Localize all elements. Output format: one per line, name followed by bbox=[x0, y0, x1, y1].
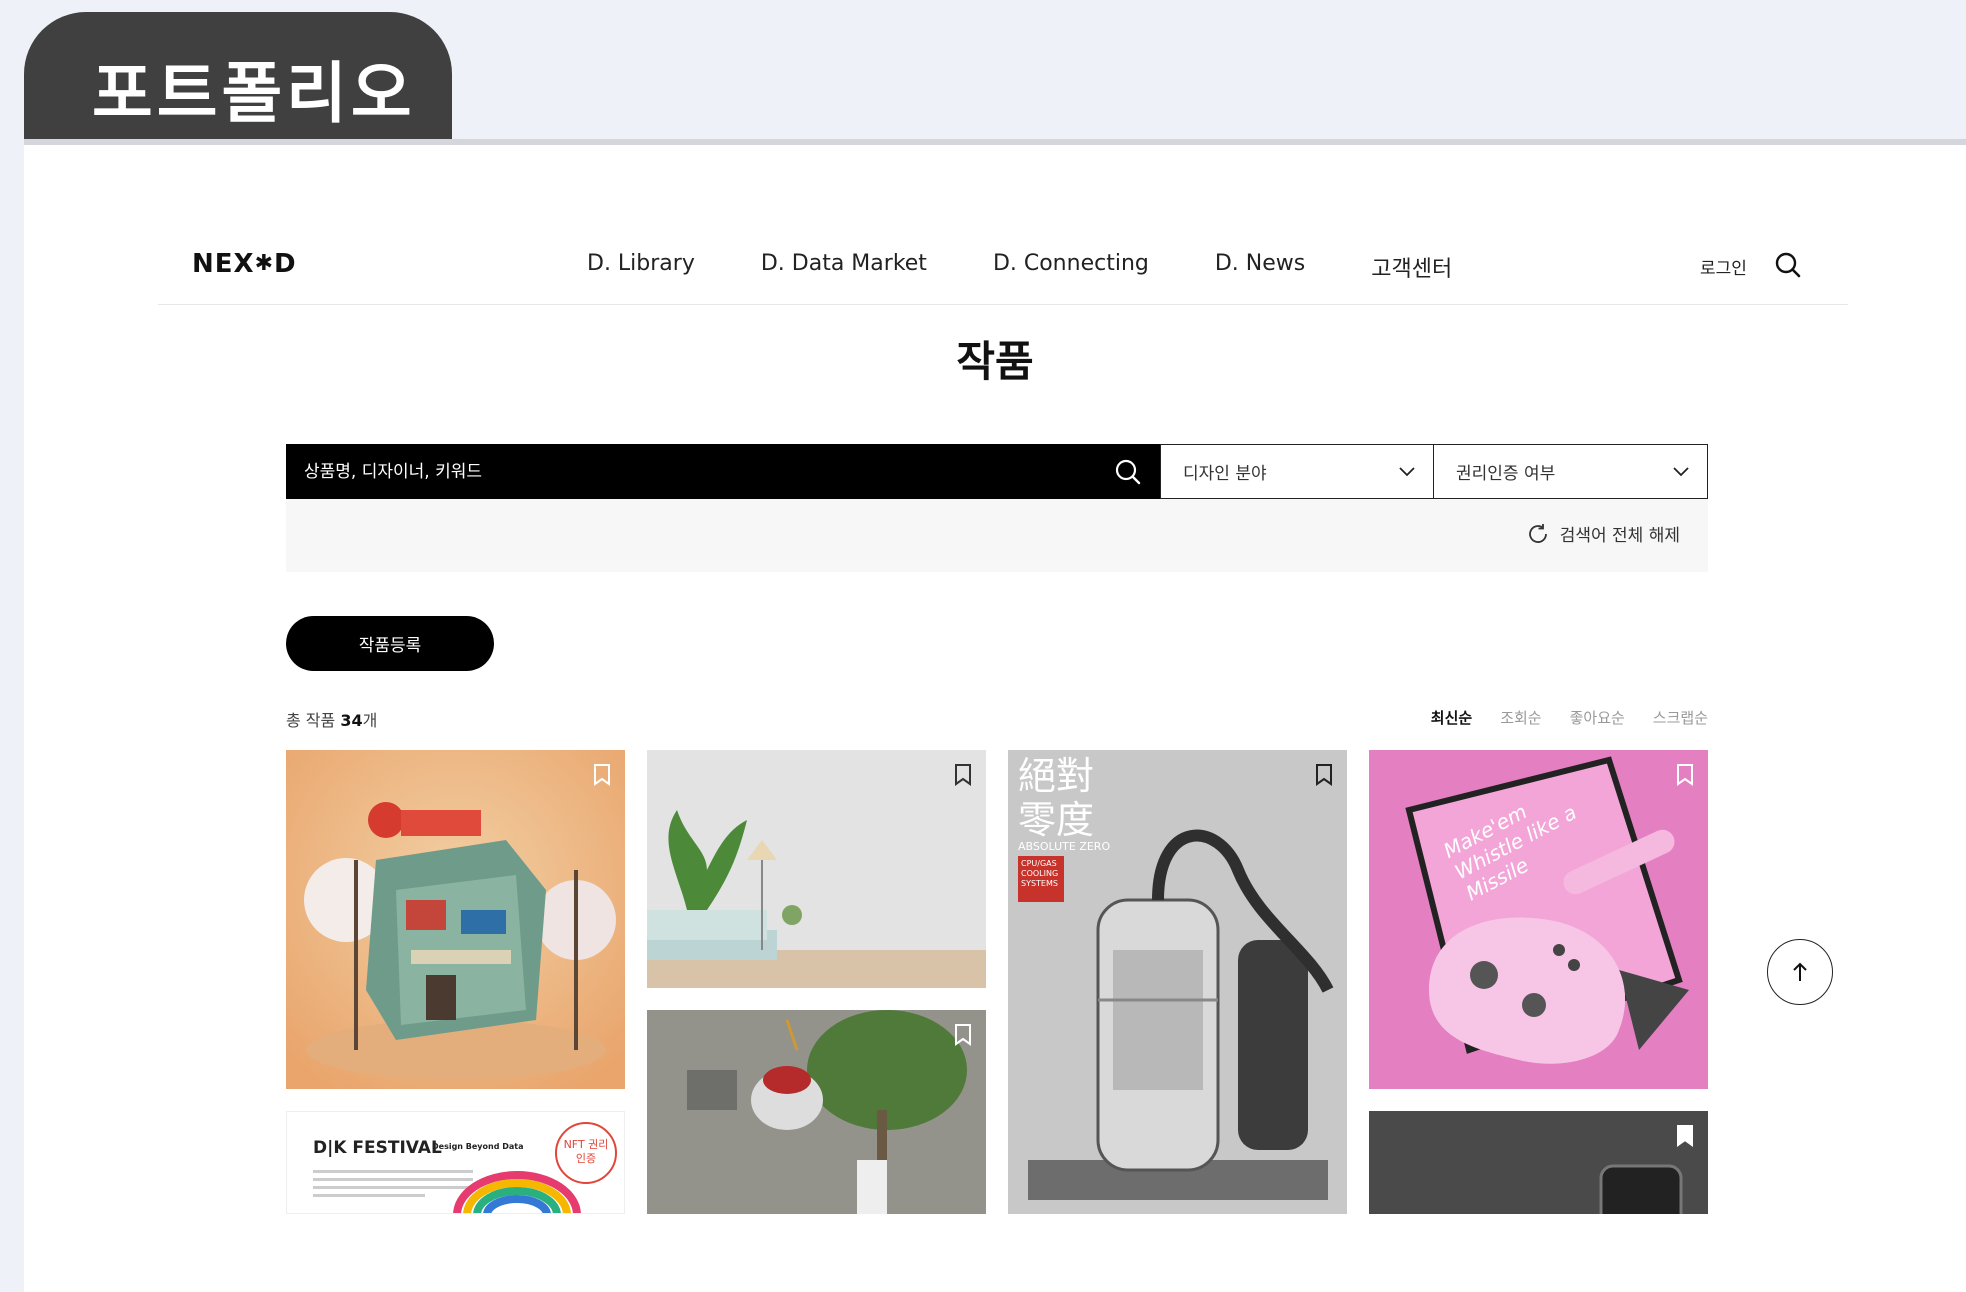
nexd-logo[interactable]: NEX✱D bbox=[192, 249, 297, 279]
login-link[interactable]: 로그인 bbox=[1700, 254, 1747, 279]
rainbow-graphic bbox=[453, 1171, 581, 1213]
search-icon[interactable] bbox=[1114, 458, 1142, 486]
sort-views[interactable]: 조회순 bbox=[1500, 707, 1541, 728]
nav-item-library[interactable]: D. Library bbox=[587, 251, 695, 283]
bookmark-icon[interactable] bbox=[1676, 764, 1694, 786]
web-page: NEX✱D D. Library D. Data Market D. Conne… bbox=[24, 145, 1966, 1292]
nav-item-connecting[interactable]: D. Connecting bbox=[993, 251, 1149, 283]
reset-label: 검색어 전체 해제 bbox=[1559, 526, 1680, 546]
chevron-down-icon bbox=[1399, 466, 1415, 476]
bookmark-icon[interactable] bbox=[954, 764, 972, 786]
poster-stamp: CPU/GAS COOLING SYSTEMS bbox=[1018, 856, 1064, 902]
bookmark-icon[interactable] bbox=[954, 1024, 972, 1046]
poster-text-line-1: 絕對 bbox=[1018, 754, 1095, 798]
device-image bbox=[1369, 1111, 1708, 1214]
arrow-up-icon bbox=[1793, 962, 1807, 981]
design-field-label: 디자인 분야 bbox=[1183, 464, 1267, 484]
card-living-room[interactable] bbox=[647, 750, 986, 988]
count-number: 34 bbox=[340, 711, 363, 730]
rights-cert-label: 권리인증 여부 bbox=[1456, 464, 1556, 484]
poster-subtitle: ABSOLUTE ZERO bbox=[1018, 840, 1111, 853]
nav-item-news[interactable]: D. News bbox=[1215, 251, 1305, 283]
chevron-down-icon bbox=[1673, 466, 1689, 476]
portfolio-tab: 포트폴리오 bbox=[24, 12, 452, 140]
scroll-top-button[interactable] bbox=[1767, 939, 1833, 1005]
refresh-icon bbox=[1528, 523, 1547, 543]
sort-scraps[interactable]: 스크랩순 bbox=[1653, 707, 1708, 728]
poster-text-line-2: 零度 bbox=[1018, 798, 1095, 842]
bookmark-icon[interactable] bbox=[1676, 1125, 1694, 1147]
count-prefix: 총 작품 bbox=[286, 711, 341, 730]
card-pink-controller[interactable]: Make'em Whistle like a Missile bbox=[1369, 750, 1708, 1089]
header-divider bbox=[158, 304, 1848, 305]
search-bar: 디자인 분야 권리인증 여부 bbox=[286, 444, 1708, 499]
card-absolute-zero[interactable]: 絕對 零度 ABSOLUTE ZERO CPU/GAS COOLING SYST… bbox=[1008, 750, 1347, 1214]
page-title: 작품 bbox=[956, 337, 1034, 386]
design-field-select[interactable]: 디자인 분야 bbox=[1160, 444, 1434, 499]
card-dark-device[interactable] bbox=[1369, 1111, 1708, 1214]
search-icon[interactable] bbox=[1774, 251, 1802, 279]
card-miniature-building[interactable] bbox=[286, 750, 625, 1089]
card-sculpture[interactable] bbox=[647, 1010, 986, 1214]
count-suffix: 개 bbox=[362, 711, 378, 730]
work-count: 총 작품 34개 bbox=[286, 707, 377, 731]
main-nav: D. Library D. Data Market D. Connecting … bbox=[587, 251, 1452, 283]
card-dk-festival[interactable]: D|K FESTIVAL Design Beyond Data NFT 권리 인… bbox=[286, 1111, 625, 1214]
filter-area: 검색어 전체 해제 bbox=[286, 499, 1708, 572]
sort-latest[interactable]: 최신순 bbox=[1431, 707, 1472, 728]
bookmark-icon[interactable] bbox=[593, 764, 611, 786]
sculpture-image bbox=[647, 1010, 986, 1214]
nav-item-customer-center[interactable]: 고객센터 bbox=[1371, 251, 1452, 283]
sort-options: 최신순 조회순 좋아요순 스크랩순 bbox=[1431, 707, 1708, 728]
rights-cert-select[interactable]: 권리인증 여부 bbox=[1434, 444, 1708, 499]
search-field bbox=[286, 444, 1160, 499]
bookmark-icon[interactable] bbox=[1315, 764, 1333, 786]
living-room-image bbox=[647, 750, 986, 988]
register-work-button[interactable]: 작품등록 bbox=[286, 616, 494, 671]
reset-search-button[interactable]: 검색어 전체 해제 bbox=[1526, 521, 1680, 546]
sort-likes[interactable]: 좋아요순 bbox=[1570, 707, 1625, 728]
search-input[interactable] bbox=[304, 461, 1084, 482]
miniature-building-image bbox=[286, 750, 625, 1089]
nav-item-data-market[interactable]: D. Data Market bbox=[761, 251, 927, 283]
